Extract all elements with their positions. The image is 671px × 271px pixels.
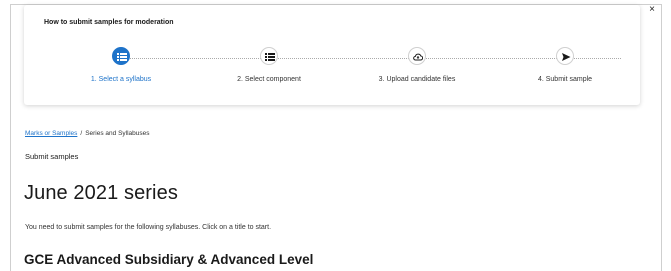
breadcrumb-current: Series and Syllabuses xyxy=(85,130,150,137)
step-label: 4. Submit sample xyxy=(537,76,593,83)
step-upload-files[interactable]: 3. Upload candidate files xyxy=(347,47,487,83)
page-frame: How to submit samples for moderation 1. … xyxy=(10,4,662,271)
page-title: June 2021 series xyxy=(24,182,178,204)
step-select-syllabus[interactable]: 1. Select a syllabus xyxy=(51,47,191,83)
breadcrumb-separator: / xyxy=(80,130,83,137)
moderation-steps-panel: How to submit samples for moderation 1. … xyxy=(24,5,640,105)
breadcrumb: Marks or Samples / Series and Syllabuses xyxy=(25,130,150,137)
page-subheading: Submit samples xyxy=(25,152,79,161)
cloud-upload-icon xyxy=(408,47,426,65)
list-icon xyxy=(112,47,130,65)
qualification-section-title: GCE Advanced Subsidiary & Advanced Level xyxy=(24,252,314,267)
step-label: 2. Select component xyxy=(237,76,301,83)
step-select-component[interactable]: 2. Select component xyxy=(199,47,339,83)
send-icon xyxy=(556,47,574,65)
steps-panel-title: How to submit samples for moderation xyxy=(44,19,174,26)
step-label: 3. Upload candidate files xyxy=(378,76,456,83)
list-icon xyxy=(260,47,278,65)
step-submit-sample[interactable]: 4. Submit sample xyxy=(495,47,635,83)
step-label: 1. Select a syllabus xyxy=(90,76,152,83)
breadcrumb-link-marks-or-samples[interactable]: Marks or Samples xyxy=(25,130,77,137)
close-icon[interactable]: × xyxy=(646,4,658,16)
intro-text: You need to submit samples for the follo… xyxy=(25,224,272,231)
